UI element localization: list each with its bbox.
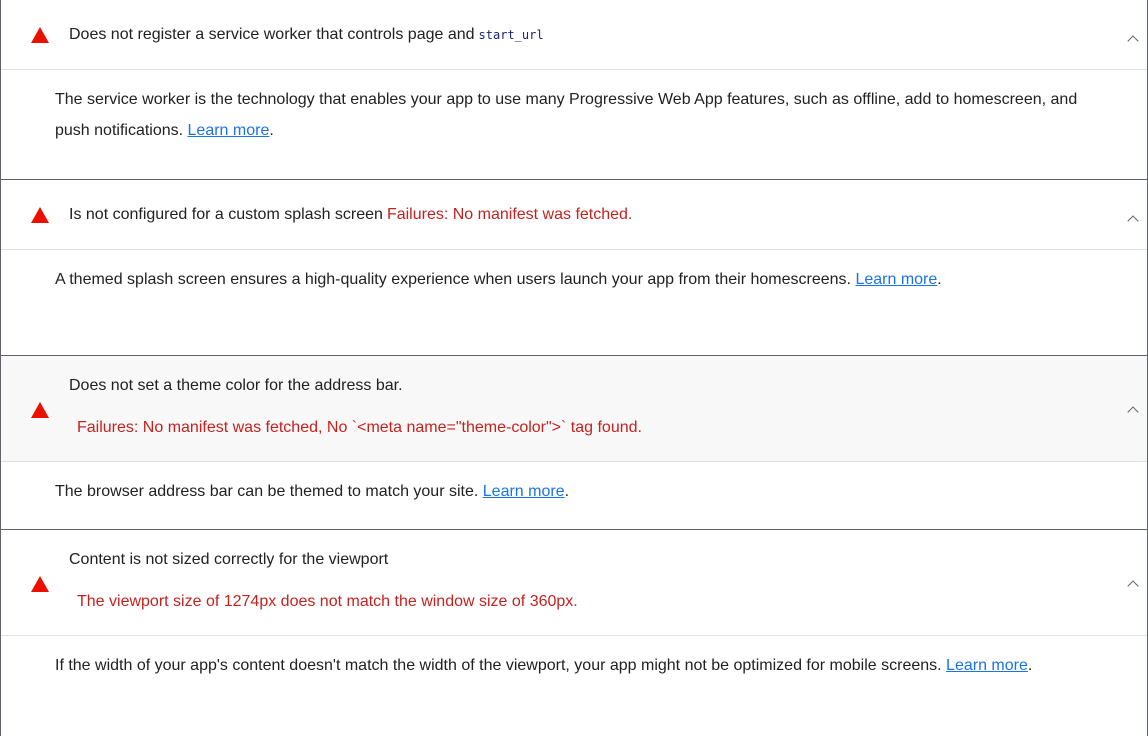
description-text: A themed splash screen ensures a high-qu…: [55, 271, 851, 288]
description-text: If the width of your app's content doesn…: [55, 657, 942, 674]
audit-title: Does not register a service worker that …: [69, 26, 475, 43]
fail-triangle-icon: [31, 27, 49, 43]
pwa-audit-list: Does not register a service worker that …: [0, 0, 1148, 736]
audit-code: start_url: [478, 28, 544, 42]
description-text: The browser address bar can be themed to…: [55, 483, 479, 500]
audit-viewport-size: Content is not sized correctly for the v…: [1, 530, 1147, 736]
audit-title: Does not set a theme color for the addre…: [69, 377, 403, 394]
audit-description: The browser address bar can be themed to…: [1, 462, 1147, 507]
audit-header[interactable]: Does not register a service worker that …: [1, 0, 1147, 70]
audit-service-worker: Does not register a service worker that …: [1, 0, 1147, 180]
chevron-up-icon[interactable]: [1127, 580, 1139, 592]
period: .: [269, 122, 274, 139]
chevron-up-icon[interactable]: [1127, 35, 1139, 47]
audit-title-row: Is not configured for a custom splash sc…: [69, 205, 632, 225]
audit-header[interactable]: Content is not sized correctly for the v…: [1, 530, 1147, 636]
audit-header[interactable]: Is not configured for a custom splash sc…: [1, 180, 1147, 250]
audit-header[interactable]: Does not set a theme color for the addre…: [1, 356, 1147, 462]
audit-title: Content is not sized correctly for the v…: [69, 551, 389, 568]
fail-triangle-icon: [31, 576, 49, 592]
fail-triangle-icon: [31, 207, 49, 223]
chevron-up-icon[interactable]: [1127, 215, 1139, 227]
audit-title: Is not configured for a custom splash sc…: [69, 206, 383, 223]
audit-theme-color: Does not set a theme color for the addre…: [1, 356, 1147, 530]
fail-triangle-icon: [31, 402, 49, 418]
period: .: [564, 483, 570, 500]
audit-description: If the width of your app's content doesn…: [1, 636, 1147, 681]
audit-title-row: Does not register a service worker that …: [69, 25, 544, 45]
learn-more-link[interactable]: Learn more: [483, 483, 565, 500]
audit-splash-screen: Is not configured for a custom splash sc…: [1, 180, 1147, 356]
audit-description: A themed splash screen ensures a high-qu…: [1, 250, 1147, 295]
failure-message: The viewport size of 1274px does not mat…: [77, 593, 578, 610]
period: .: [1027, 657, 1033, 674]
learn-more-link[interactable]: Learn more: [855, 271, 937, 288]
failure-message: Failures: No manifest was fetched, No `<…: [77, 419, 642, 436]
audit-description: The service worker is the technology tha…: [1, 70, 1147, 146]
learn-more-link[interactable]: Learn more: [946, 657, 1028, 674]
learn-more-link[interactable]: Learn more: [188, 122, 270, 139]
chevron-up-icon[interactable]: [1127, 406, 1139, 418]
period: .: [937, 271, 942, 288]
failure-message: Failures: No manifest was fetched.: [386, 206, 633, 223]
